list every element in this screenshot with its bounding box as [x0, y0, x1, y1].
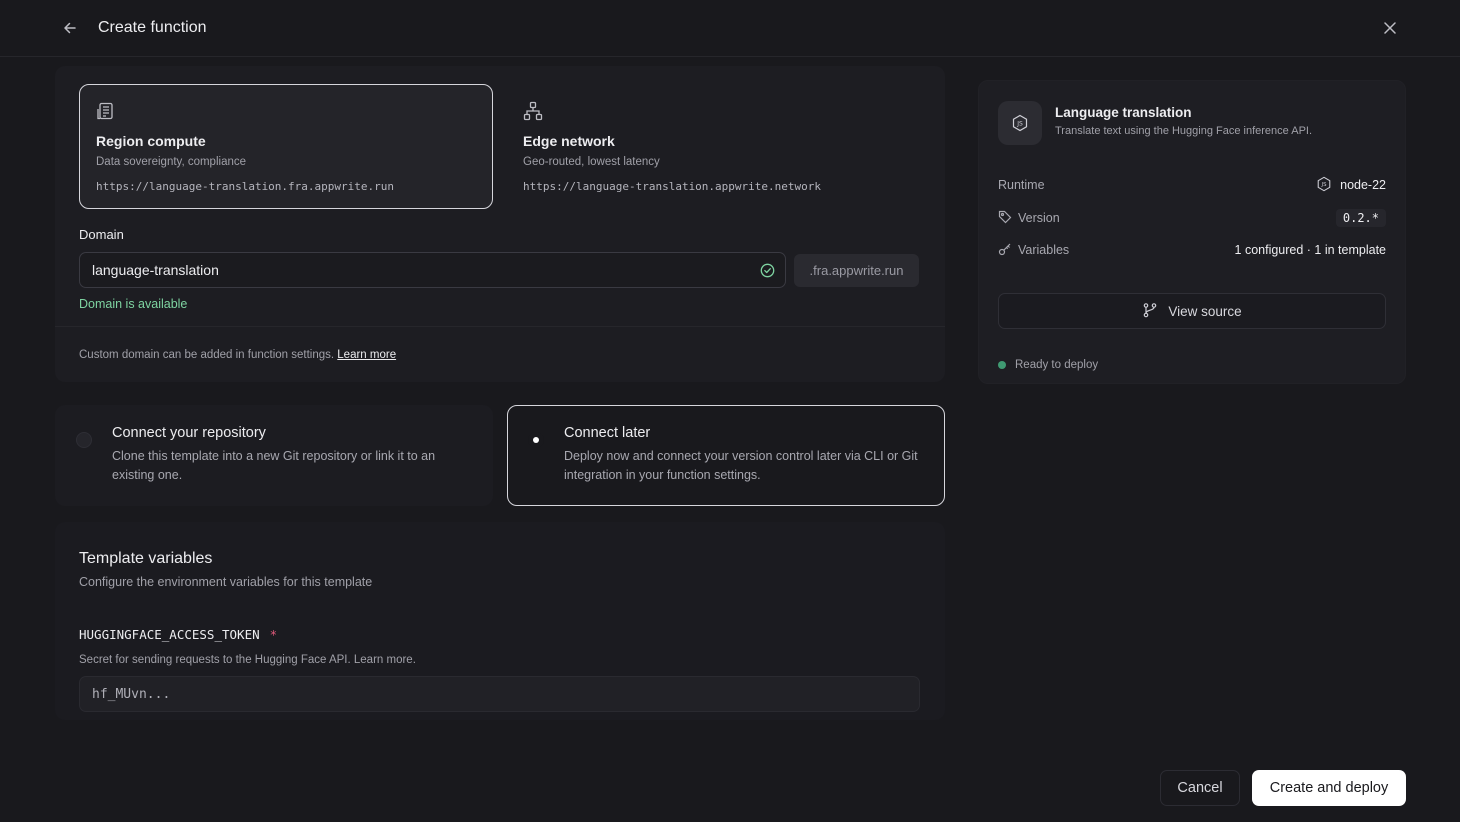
- edge-network-url: https://language-translation.appwrite.ne…: [523, 180, 822, 193]
- status-dot: [998, 361, 1006, 369]
- learn-more-link[interactable]: Learn more: [337, 349, 396, 361]
- template-variables-title: Template variables: [79, 550, 213, 567]
- domain-status: Domain is available: [79, 297, 188, 311]
- connect-later-description: Deploy now and connect your version cont…: [564, 449, 918, 482]
- variables-label: Variables: [1018, 243, 1070, 257]
- connect-later-title: Connect later: [564, 425, 651, 441]
- domain-input-value: language-translation: [92, 262, 219, 278]
- runtime-row: Runtime JS node-22: [998, 175, 1386, 195]
- edge-network-subtitle: Geo-routed, lowest latency: [523, 156, 660, 168]
- header: Create function: [0, 0, 1460, 57]
- region-compute-title: Region compute: [96, 133, 206, 149]
- radio-connect-later[interactable]: [528, 432, 544, 448]
- variables-label-group: Variables: [998, 242, 1069, 259]
- region-compute-option[interactable]: Region compute Data sovereignty, complia…: [79, 84, 493, 209]
- close-icon[interactable]: [1378, 16, 1402, 40]
- deploy-status-text: Ready to deploy: [1015, 359, 1099, 371]
- version-label: Version: [1018, 211, 1060, 225]
- template-summary-card: JS Language translation Translate text u…: [978, 80, 1406, 384]
- tag-icon: [998, 210, 1012, 227]
- connect-later-option[interactable]: Connect later Deploy now and connect you…: [507, 405, 945, 506]
- connect-repository-description: Clone this template into a new Git repos…: [112, 449, 436, 482]
- variables-row: Variables 1 configured · 1 in template: [998, 240, 1386, 260]
- template-variables-panel: Template variables Configure the environ…: [55, 522, 945, 720]
- deploy-status: Ready to deploy: [998, 359, 1098, 371]
- server-icon: [96, 101, 116, 121]
- view-source-button[interactable]: View source: [998, 293, 1386, 329]
- template-variables-subtitle: Configure the environment variables for …: [79, 575, 373, 589]
- runtime-value: JS node-22: [1316, 176, 1386, 195]
- key-icon: [998, 242, 1012, 259]
- divider: [55, 326, 945, 327]
- network-icon: [523, 101, 543, 121]
- version-label-group: Version: [998, 210, 1060, 227]
- view-source-label: View source: [1168, 303, 1242, 319]
- runtime-value-text: node-22: [1340, 178, 1386, 192]
- region-compute-url: https://language-translation.fra.appwrit…: [96, 180, 395, 193]
- variable-value-input[interactable]: hf_MUvn...: [79, 676, 920, 712]
- git-branch-icon: [1142, 302, 1158, 321]
- variable-name: HUGGINGFACE_ACCESS_TOKEN *: [79, 627, 277, 642]
- create-and-deploy-button[interactable]: Create and deploy: [1252, 770, 1406, 806]
- domain-input[interactable]: language-translation: [79, 252, 786, 288]
- nodejs-small-icon: JS: [1316, 176, 1332, 195]
- domain-label: Domain: [79, 227, 124, 242]
- svg-text:JS: JS: [1016, 121, 1023, 128]
- edge-network-title: Edge network: [523, 133, 615, 149]
- template-name: Language translation: [1055, 105, 1192, 120]
- variables-value: 1 configured · 1 in template: [1234, 243, 1386, 257]
- region-compute-subtitle: Data sovereignty, compliance: [96, 156, 246, 168]
- variable-value: hf_MUvn...: [92, 686, 171, 702]
- svg-text:JS: JS: [1321, 182, 1328, 188]
- template-description: Translate text using the Hugging Face in…: [1055, 125, 1313, 137]
- cancel-button[interactable]: Cancel: [1160, 770, 1240, 806]
- deployment-panel: Region compute Data sovereignty, complia…: [55, 66, 945, 382]
- domain-suffix: .fra.appwrite.run: [794, 254, 919, 287]
- nodejs-icon: JS: [998, 101, 1042, 145]
- variable-description: Secret for sending requests to the Huggi…: [79, 654, 416, 666]
- radio-connect-repository[interactable]: [76, 432, 92, 448]
- page-title: Create function: [98, 19, 207, 36]
- connect-repository-option[interactable]: Connect your repository Clone this templ…: [55, 405, 493, 506]
- variable-name-text: HUGGINGFACE_ACCESS_TOKEN: [79, 627, 260, 642]
- required-marker: *: [269, 627, 278, 642]
- runtime-label: Runtime: [998, 178, 1045, 192]
- edge-network-option[interactable]: Edge network Geo-routed, lowest latency …: [506, 84, 920, 209]
- check-circle-icon: [760, 263, 775, 281]
- connect-repository-title: Connect your repository: [112, 425, 266, 441]
- custom-domain-note: Custom domain can be added in function s…: [79, 349, 396, 361]
- version-value: 0.2.*: [1335, 209, 1386, 227]
- custom-domain-note-text: Custom domain can be added in function s…: [79, 349, 335, 361]
- version-row: Version 0.2.*: [998, 208, 1386, 228]
- back-arrow-icon[interactable]: [58, 16, 82, 40]
